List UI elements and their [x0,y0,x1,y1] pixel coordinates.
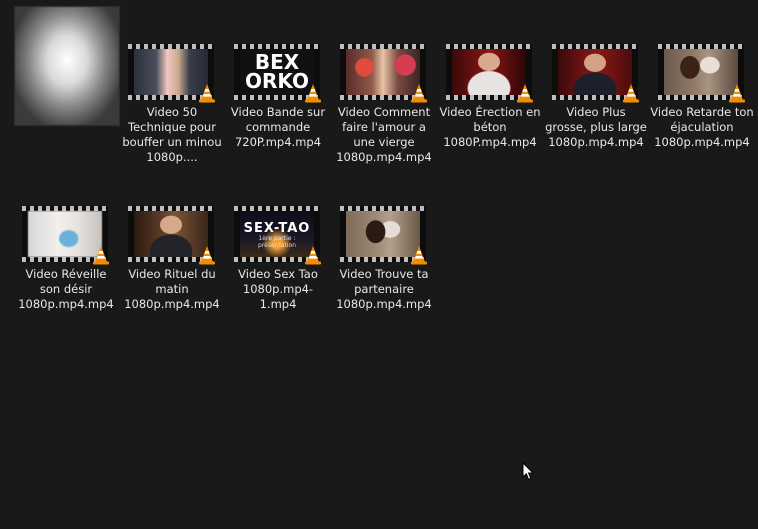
thumbnail-frame: SEX-TAO 1ère partie : présentation [240,211,314,257]
vlc-cone-icon [411,84,427,103]
blurred-preview-thumbnail[interactable] [14,6,120,126]
file-explorer-view: Video 50 Technique pour bouffer un minou… [0,0,758,529]
file-label: Video Sex Tao 1080p.mp4-1.mp4 [238,267,318,311]
thumbnail-frame [134,211,208,257]
mouse-cursor-icon [522,462,534,481]
thumbnail-frame [134,49,208,95]
thumbnail-frame [452,49,526,95]
video-thumbnail[interactable] [340,44,427,103]
file-label: Video Retarde ton éjaculation 1080p.mp4.… [650,105,754,149]
video-thumbnail[interactable] [128,44,215,103]
thumbnail-frame [28,211,102,257]
video-thumbnail[interactable] [658,44,745,103]
vlc-cone-icon [411,246,427,265]
thumbnail-title-text: BEX ORKO [244,50,309,93]
thumbnail-frame [346,49,420,95]
vlc-cone-icon [623,84,639,103]
thumbnail-frame [346,211,420,257]
file-label: Video Trouve ta partenaire 1080p.mp4.mp4 [336,267,432,311]
video-thumbnail[interactable] [552,44,639,103]
vlc-cone-icon [517,84,533,103]
video-thumbnail[interactable]: SEX-TAO 1ère partie : présentation [234,206,321,265]
file-tile[interactable]: SEX-TAO 1ère partie : présentation Video… [226,206,330,312]
file-label: Video Réveille son désir 1080p.mp4.mp4 [18,267,114,311]
video-thumbnail[interactable]: BEX ORKO [234,44,321,103]
video-thumbnail[interactable] [340,206,427,265]
thumbnail-subtitle-text: 1ère partie : présentation [258,235,296,249]
video-thumbnail[interactable] [446,44,533,103]
file-tile[interactable]: Video 50 Technique pour bouffer un minou… [120,44,224,165]
file-tile[interactable]: Video Rituel du matin 1080p.mp4.mp4 [120,206,224,312]
vlc-cone-icon [199,84,215,103]
file-tile[interactable]: Video Comment faire l'amour a une vierge… [332,44,436,165]
file-label: Video Comment faire l'amour a une vierge… [336,105,432,164]
file-label: Video Érection en béton 1080P.mp4.mp4 [439,105,541,149]
file-tile[interactable]: Video Érection en béton 1080P.mp4.mp4 [438,44,542,150]
video-thumbnail[interactable] [128,206,215,265]
vlc-cone-icon [93,246,109,265]
vlc-cone-icon [305,84,321,103]
file-label: Video Bande sur commande 720P.mp4.mp4 [230,105,326,149]
video-thumbnail[interactable] [22,206,109,265]
thumbnail-frame [664,49,738,95]
file-tile[interactable]: BEX ORKO Video Bande sur commande 720P.m… [226,44,330,150]
thumbnail-frame: BEX ORKO [240,49,314,95]
file-tile[interactable]: Video Plus grosse, plus large 1080p.mp4.… [544,44,648,150]
file-label: Video Rituel du matin 1080p.mp4.mp4 [124,267,220,311]
file-tile[interactable]: Video Réveille son désir 1080p.mp4.mp4 [14,206,118,312]
vlc-cone-icon [305,246,321,265]
vlc-cone-icon [729,84,745,103]
file-label: Video Plus grosse, plus large 1080p.mp4.… [545,105,647,149]
file-tile[interactable]: Video Trouve ta partenaire 1080p.mp4.mp4 [332,206,436,312]
file-label: Video 50 Technique pour bouffer un minou… [122,105,222,164]
file-tile[interactable]: Video Retarde ton éjaculation 1080p.mp4.… [650,44,754,150]
vlc-cone-icon [199,246,215,265]
thumbnail-frame [558,49,632,95]
